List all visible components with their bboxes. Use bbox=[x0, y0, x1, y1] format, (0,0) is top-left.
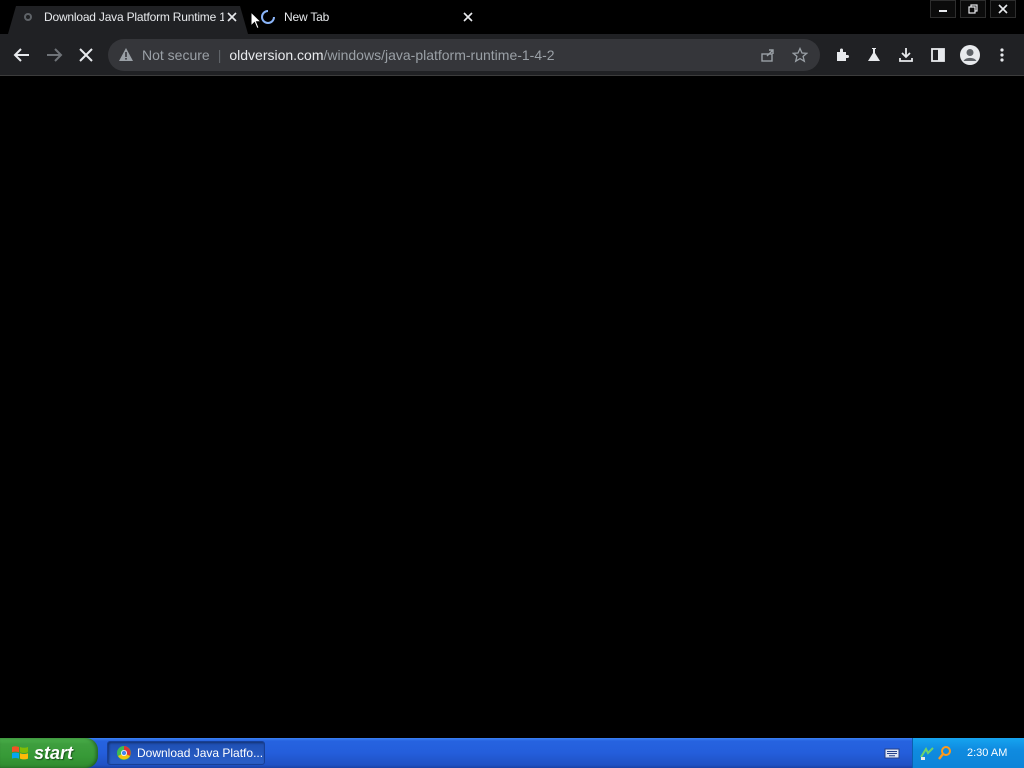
back-button[interactable] bbox=[10, 43, 34, 67]
screen: Download Java Platform Runtime 1 New Tab bbox=[0, 0, 1024, 768]
taskbar: start Download Java Platfo... 2:30 AM bbox=[0, 738, 1024, 768]
url-host: oldversion.com bbox=[229, 47, 324, 63]
tab-title: New Tab bbox=[284, 10, 330, 24]
window-controls bbox=[926, 0, 1016, 18]
start-button[interactable]: start bbox=[0, 738, 98, 768]
security-label[interactable]: Not secure bbox=[142, 47, 210, 63]
browser-toolbar: Not secure | oldversion.com/windows/java… bbox=[0, 34, 1024, 76]
search-icon[interactable] bbox=[937, 745, 953, 761]
side-panel-icon[interactable] bbox=[926, 43, 950, 67]
taskbar-item-label: Download Java Platfo... bbox=[137, 746, 264, 760]
tab-strip: Download Java Platform Runtime 1 New Tab bbox=[0, 0, 1024, 34]
menu-icon[interactable] bbox=[990, 43, 1014, 67]
download-icon[interactable] bbox=[894, 43, 918, 67]
profile-icon[interactable] bbox=[958, 43, 982, 67]
start-label: start bbox=[34, 742, 74, 763]
warning-icon[interactable] bbox=[118, 47, 134, 63]
back-icon bbox=[13, 48, 29, 62]
share-icon[interactable] bbox=[756, 43, 780, 67]
address-bar[interactable]: Not secure | oldversion.com/windows/java… bbox=[108, 39, 820, 71]
tab-close-icon[interactable] bbox=[224, 9, 240, 25]
site-favicon-icon bbox=[20, 9, 36, 25]
page-content bbox=[0, 76, 1024, 738]
labs-icon[interactable] bbox=[862, 43, 886, 67]
tab-new-tab[interactable]: New Tab bbox=[252, 0, 484, 34]
forward-button[interactable] bbox=[42, 43, 66, 67]
clock[interactable]: 2:30 AM bbox=[967, 747, 1007, 759]
tab-download-java[interactable]: Download Java Platform Runtime 1 bbox=[8, 6, 248, 34]
windows-flag-icon bbox=[12, 746, 28, 760]
tab-close-icon[interactable] bbox=[460, 9, 476, 25]
loading-spinner-icon bbox=[260, 9, 276, 25]
close-window-button[interactable] bbox=[990, 0, 1016, 18]
extensions-icon[interactable] bbox=[830, 43, 854, 67]
keyboard-icon[interactable] bbox=[884, 745, 900, 761]
network-icon[interactable] bbox=[919, 745, 935, 761]
restore-button[interactable] bbox=[960, 0, 986, 18]
stop-button[interactable] bbox=[74, 43, 98, 67]
mouse-cursor-icon bbox=[250, 11, 262, 30]
taskbar-item-browser[interactable]: Download Java Platfo... bbox=[107, 741, 265, 765]
browser-app-icon bbox=[117, 746, 131, 760]
system-tray: 2:30 AM bbox=[912, 738, 1024, 768]
minimize-button[interactable] bbox=[930, 0, 956, 18]
url-text[interactable]: oldversion.com/windows/java-platform-run… bbox=[229, 47, 756, 63]
minimize-icon bbox=[939, 10, 947, 12]
forward-icon bbox=[47, 48, 63, 62]
close-icon bbox=[998, 4, 1008, 14]
restore-icon bbox=[968, 4, 978, 14]
separator: | bbox=[217, 47, 222, 63]
tab-title: Download Java Platform Runtime 1 bbox=[44, 10, 224, 24]
star-icon[interactable] bbox=[788, 43, 812, 67]
stop-icon bbox=[79, 48, 93, 62]
url-path: /windows/java-platform-runtime-1-4-2 bbox=[323, 47, 555, 63]
